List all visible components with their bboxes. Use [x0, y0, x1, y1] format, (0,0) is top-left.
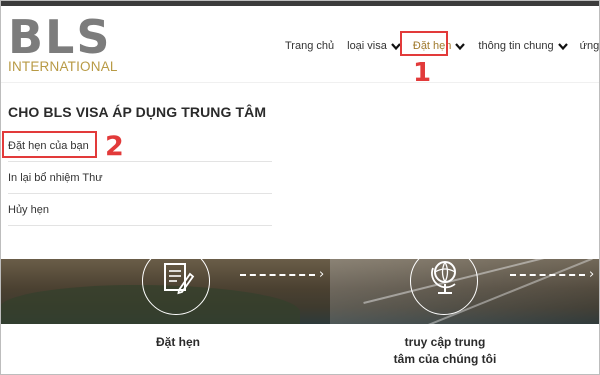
nav-home-label: Trang chủ	[285, 40, 335, 52]
globe-icon	[431, 261, 456, 294]
menu-divider	[8, 225, 272, 226]
dropdown-title: CHO BLS VISA ÁP DỤNG TRUNG TÂM	[8, 104, 267, 120]
top-strip	[0, 0, 600, 6]
center-access-feature-icon[interactable]	[410, 259, 478, 315]
dashed-connector	[240, 274, 315, 276]
document-pen-icon	[164, 263, 195, 295]
menu-item-reprint-letter[interactable]: In lại bổ nhiệm Thư	[8, 162, 272, 194]
booking-caption[interactable]: Đặt hẹn	[128, 334, 228, 351]
highlight-box-nav-appointment	[400, 31, 448, 56]
menu-item-cancel-appointment[interactable]: Hủy hẹn	[8, 194, 272, 226]
chevron-down-icon	[557, 43, 568, 51]
nav-home[interactable]: Trang chủ	[285, 39, 334, 53]
step-number-2: 2	[105, 131, 124, 162]
nav-visa-type-label: loại visa	[347, 40, 387, 52]
nav-apply-label: ứng dụ	[579, 40, 600, 52]
center-access-caption-line2: tâm của chúng tôi	[393, 352, 497, 366]
nav-general-info-label: thông tin chung	[478, 40, 554, 52]
chevron-right-icon: ›	[589, 267, 595, 282]
center-access-caption[interactable]: truy cập trung tâm của chúng tôi	[370, 334, 520, 368]
bls-logo[interactable]: BLS INTERNATIONAL	[8, 14, 117, 78]
center-access-caption-line1: truy cập trung	[404, 335, 486, 349]
menu-item-label: In lại bổ nhiệm Thư	[8, 172, 103, 184]
chevron-down-icon	[455, 43, 466, 51]
nav-apply[interactable]: ứng dụ	[580, 39, 600, 53]
logo-brand: BLS	[8, 10, 112, 64]
chevron-right-icon: ›	[319, 267, 325, 282]
dashed-connector	[510, 274, 585, 276]
menu-item-label: Hủy hẹn	[8, 204, 49, 216]
booking-feature-icon[interactable]	[142, 259, 210, 315]
highlight-box-book-appointment	[2, 131, 97, 158]
header-divider	[0, 82, 600, 83]
nav-general-info[interactable]: thông tin chung	[478, 39, 568, 53]
feature-banner: › ›	[0, 259, 600, 324]
logo-subtitle: INTERNATIONAL	[8, 59, 118, 74]
nav-visa-type[interactable]: loại visa	[347, 39, 401, 53]
